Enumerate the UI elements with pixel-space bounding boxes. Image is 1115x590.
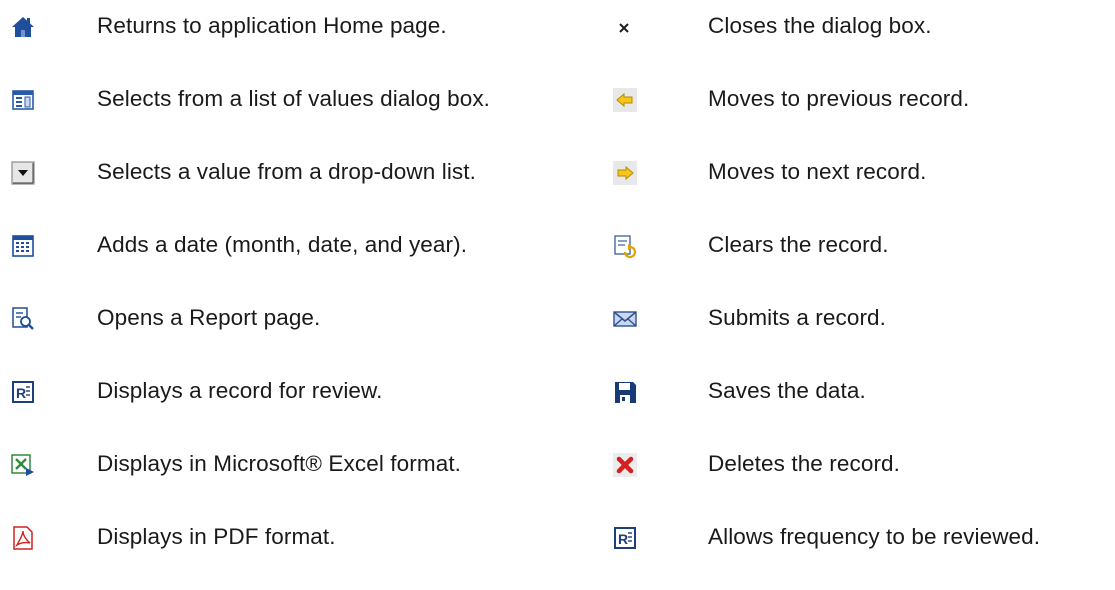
legend-description: Adds a date (month, date, and year).	[97, 232, 468, 257]
legend-row: Moves to previous record.	[603, 79, 1115, 152]
home-icon	[10, 14, 36, 40]
delete-x-icon	[612, 452, 638, 478]
dropdown-arrow-icon	[10, 160, 36, 186]
review-record-icon: R	[10, 379, 36, 405]
legend-row: Adds a date (month, date, and year).	[0, 225, 510, 298]
legend-row: Selects a value from a drop-down list.	[0, 152, 510, 225]
excel-export-icon	[10, 452, 36, 478]
previous-arrow-icon	[612, 87, 638, 113]
list-of-values-icon	[10, 87, 36, 113]
legend-description: Moves to previous record.	[708, 86, 970, 111]
svg-text:R: R	[16, 385, 26, 401]
legend-description: Selects from a list of values dialog box…	[97, 86, 491, 111]
legend-description: Closes the dialog box.	[708, 13, 932, 38]
legend-row: Moves to next record.	[603, 152, 1115, 225]
legend-description: Submits a record.	[708, 305, 887, 330]
legend-description: Clears the record.	[708, 232, 889, 257]
save-disk-icon	[612, 379, 638, 405]
legend-row: Deletes the record.	[603, 444, 1115, 517]
legend-row: Submits a record.	[603, 298, 1115, 371]
next-arrow-icon	[612, 160, 638, 186]
legend-row: Opens a Report page.	[0, 298, 510, 371]
legend-description: Selects a value from a drop-down list.	[97, 159, 476, 184]
legend-row: Clears the record.	[603, 225, 1115, 298]
legend-description: Displays in Microsoft® Excel format.	[97, 451, 462, 476]
legend-row: Returns to application Home page.	[0, 6, 510, 79]
legend-description: Returns to application Home page.	[97, 13, 447, 38]
legend-row: R Allows frequency to be reviewed.	[603, 517, 1115, 590]
legend-row: Displays in PDF format.	[0, 517, 510, 590]
legend-description: Deletes the record.	[708, 451, 900, 476]
report-magnifier-icon	[10, 306, 36, 332]
pdf-icon	[10, 525, 36, 551]
legend-row: Selects from a list of values dialog box…	[0, 79, 510, 152]
right-column: Closes the dialog box. Moves to previous…	[603, 6, 1115, 590]
legend-row: Closes the dialog box.	[603, 6, 1115, 79]
icon-legend: Returns to application Home page. Select…	[0, 0, 1115, 553]
left-column: Returns to application Home page. Select…	[0, 6, 510, 590]
legend-description: Moves to next record.	[708, 159, 927, 184]
svg-text:R: R	[618, 531, 628, 547]
legend-row: Displays in Microsoft® Excel format.	[0, 444, 510, 517]
frequency-review-icon: R	[612, 525, 638, 551]
legend-row: R Displays a record for review.	[0, 371, 510, 444]
legend-row: Saves the data.	[603, 371, 1115, 444]
legend-description: Saves the data.	[708, 378, 866, 403]
clear-record-icon	[612, 233, 638, 259]
submit-envelope-icon	[612, 306, 638, 332]
legend-description: Opens a Report page.	[97, 305, 321, 330]
legend-description: Allows frequency to be reviewed.	[708, 524, 1041, 549]
close-icon	[612, 14, 638, 40]
calendar-icon	[10, 233, 36, 259]
legend-description: Displays a record for review.	[97, 378, 383, 403]
legend-description: Displays in PDF format.	[97, 524, 336, 549]
